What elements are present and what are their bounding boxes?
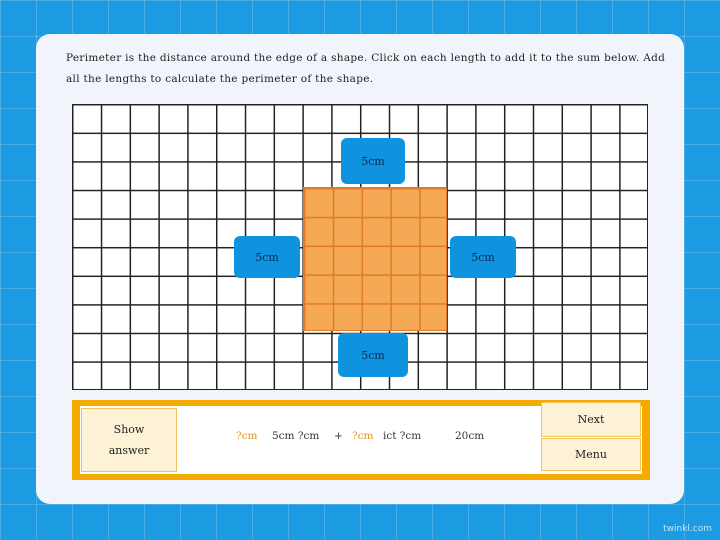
sum-slot-1[interactable]: ?cm [236,430,257,442]
sum-slot-3[interactable]: ?cm [352,430,373,442]
plus-sign: + [334,430,343,442]
watermark: twinkl.com [663,524,712,534]
show-answer-label-2: answer [108,444,150,457]
show-answer-label-1: Show [113,423,145,436]
sum-slot-4[interactable]: ict ?cm [383,430,421,442]
sum-total: 20cm [455,430,485,442]
menu-button[interactable]: Menu [541,438,641,471]
instructions-text: Perimeter is the distance around the edg… [66,52,666,85]
length-button-top[interactable]: 5cm [341,138,405,184]
length-button-right[interactable]: 5cm [450,236,516,278]
next-button[interactable]: Next [541,402,641,437]
length-button-bottom[interactable]: 5cm [338,333,408,377]
square-shape [303,187,447,331]
sum-slot-2[interactable]: 5cm ?cm [272,430,319,442]
length-button-left[interactable]: 5cm [234,236,300,278]
show-answer-button[interactable]: Show answer [81,408,177,472]
